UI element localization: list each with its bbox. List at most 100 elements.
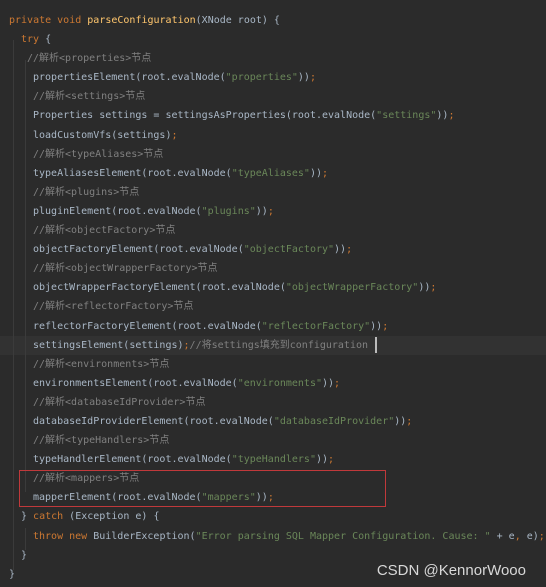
indent-guide <box>13 40 14 570</box>
watermark: CSDN @KennorWooo <box>376 562 526 579</box>
code-token-cmt: //解析<objectWrapperFactory>节点 <box>33 263 218 275</box>
code-token-fn: parseConfiguration <box>87 15 196 26</box>
code-token-str: "objectFactory" <box>243 244 335 256</box>
code-line[interactable]: //解析<objectWrapperFactory>节点 <box>0 259 546 278</box>
code-line[interactable]: } catch (Exception e) { <box>0 507 546 526</box>
code-token-plain: )) <box>394 415 407 427</box>
code-token-kw: ; <box>448 110 455 122</box>
code-line[interactable]: //解析<properties>节点 <box>0 49 546 68</box>
code-line[interactable]: //解析<objectFactory>节点 <box>0 221 546 240</box>
code-line[interactable]: //解析<databaseIdProvider>节点 <box>0 393 546 412</box>
code-token-plain: )) <box>436 110 449 122</box>
code-token-cmt: //解析<objectFactory>节点 <box>33 225 176 237</box>
code-token-cmt: //解析<properties>节点 <box>27 53 152 65</box>
code-token-plain: propertiesElement(root.evalNode( <box>33 72 226 84</box>
code-token-plain: Properties settings = settingsAsProperti… <box>33 110 377 122</box>
code-token-plain: objectWrapperFactoryElement(root.evalNod… <box>33 282 286 294</box>
code-line[interactable]: typeAliasesElement(root.evalNode("typeAl… <box>0 164 546 183</box>
code-token-str: "environments" <box>237 377 322 389</box>
code-token-kw: ; <box>267 205 274 217</box>
code-line[interactable]: //解析<environments>节点 <box>0 355 546 374</box>
code-token-kw: ; <box>322 167 329 179</box>
code-token-plain: typeAliasesElement(root.evalNode( <box>33 167 232 179</box>
code-token-str: "typeHandlers" <box>231 454 316 466</box>
code-token-plain: reflectorFactoryElement(root.evalNode( <box>33 320 262 332</box>
text-cursor <box>375 337 377 353</box>
code-token-plain: loadCustomVfs(settings) <box>33 129 172 141</box>
code-token-plain: } <box>21 511 34 523</box>
code-token-kw: private void <box>9 15 88 26</box>
code-token-plain: )) <box>370 320 383 332</box>
code-token-plain: environmentsElement(root.evalNode( <box>33 377 238 389</box>
code-line[interactable]: pluginElement(root.evalNode("plugins")); <box>0 202 546 221</box>
code-token-plain: settingsElement(settings) <box>33 339 184 351</box>
code-token-plain: objectFactoryElement(root.evalNode( <box>33 244 244 256</box>
code-line[interactable]: reflectorFactoryElement(root.evalNode("r… <box>0 317 546 336</box>
code-token-plain: e) <box>526 530 539 542</box>
code-line[interactable]: try { <box>0 30 546 49</box>
code-line[interactable]: //解析<typeAliases>节点 <box>0 145 546 164</box>
code-token-str: "plugins" <box>201 205 256 217</box>
code-line[interactable]: private void parseConfiguration(XNode ro… <box>0 11 546 30</box>
code-token-cmt: //将settings填充到configuration <box>189 339 369 351</box>
code-line[interactable]: //解析<typeHandlers>节点 <box>0 431 546 450</box>
code-token-plain: )) <box>418 282 431 294</box>
code-line[interactable]: settingsElement(settings);//将settings填充到… <box>0 335 546 355</box>
code-line[interactable]: propertiesElement(root.evalNode("propert… <box>0 68 546 87</box>
code-token-kw: ; <box>382 320 389 332</box>
code-token-plain: )) <box>322 377 335 389</box>
code-line[interactable]: //解析<settings>节点 <box>0 87 546 106</box>
code-token-plain: typeHandlerElement(root.evalNode( <box>33 454 232 466</box>
code-line[interactable]: typeHandlerElement(root.evalNode("typeHa… <box>0 450 546 469</box>
highlight-box <box>19 470 386 507</box>
code-token-cmt: //解析<databaseIdProvider>节点 <box>33 396 206 408</box>
code-line[interactable]: objectWrapperFactoryElement(root.evalNod… <box>0 278 546 297</box>
code-token-plain: )) <box>309 167 323 179</box>
code-token-str: "Error parsing SQL Mapper Configuration.… <box>195 530 491 542</box>
code-token-str: "reflectorFactory" <box>261 320 371 332</box>
code-token-plain: pluginElement(root.evalNode( <box>33 205 202 217</box>
code-token-plain: )) <box>334 244 347 256</box>
code-line[interactable]: throw new BuilderException("Error parsin… <box>0 527 546 546</box>
code-token-plain: + e <box>490 530 515 542</box>
code-token-cmt: //解析<environments>节点 <box>33 358 170 370</box>
code-line[interactable]: //解析<plugins>节点 <box>0 183 546 202</box>
code-line[interactable]: objectFactoryElement(root.evalNode("obje… <box>0 240 546 259</box>
code-token-kw: ; <box>171 129 178 141</box>
code-token-plain: )) <box>255 205 268 217</box>
code-token-str: "settings" <box>376 110 437 122</box>
code-token-cmt: //解析<plugins>节点 <box>33 186 140 198</box>
code-token-plain: BuilderException( <box>93 530 196 542</box>
code-token-plain: databaseIdProviderElement(root.evalNode( <box>33 415 274 427</box>
code-token-cmt: //解析<settings>节点 <box>33 91 146 103</box>
code-token-str: "databaseIdProvider" <box>273 415 395 427</box>
code-line[interactable]: environmentsElement(root.evalNode("envir… <box>0 374 546 393</box>
code-token-str: "properties" <box>225 72 298 84</box>
code-line[interactable]: //解析<reflectorFactory>节点 <box>0 297 546 316</box>
code-line[interactable]: Properties settings = settingsAsProperti… <box>0 106 546 125</box>
code-token-kw: ; <box>334 377 341 389</box>
indent-guide <box>25 528 26 550</box>
code-token-str: "typeAliases" <box>231 167 310 179</box>
code-line[interactable]: loadCustomVfs(settings); <box>0 126 546 145</box>
code-token-kw: try <box>21 34 46 46</box>
code-line[interactable]: databaseIdProviderElement(root.evalNode(… <box>0 412 546 431</box>
code-token-cmt: //解析<typeAliases>节点 <box>33 148 164 160</box>
code-token-kw: ; <box>309 72 316 84</box>
code-token-kw: ; <box>538 530 545 542</box>
code-token-str: "objectWrapperFactory" <box>285 282 419 294</box>
code-token-kw: , <box>514 530 527 542</box>
code-token-cmt: //解析<typeHandlers>节点 <box>33 435 170 447</box>
code-token-plain: (XNode root) { <box>195 15 280 26</box>
code-token-kw: ; <box>328 454 335 466</box>
indent-guide <box>25 60 26 492</box>
code-token-cmt: //解析<reflectorFactory>节点 <box>33 301 194 313</box>
code-token-plain: (Exception e) { <box>69 511 160 523</box>
code-token-kw: catch <box>33 511 70 523</box>
code-token-plain: )) <box>315 454 329 466</box>
code-token-plain: } <box>9 568 16 580</box>
code-token-kw: ; <box>346 244 353 256</box>
code-token-kw: throw new <box>33 530 94 542</box>
code-token-kw: ; <box>430 282 437 294</box>
code-token-plain: )) <box>297 72 310 84</box>
